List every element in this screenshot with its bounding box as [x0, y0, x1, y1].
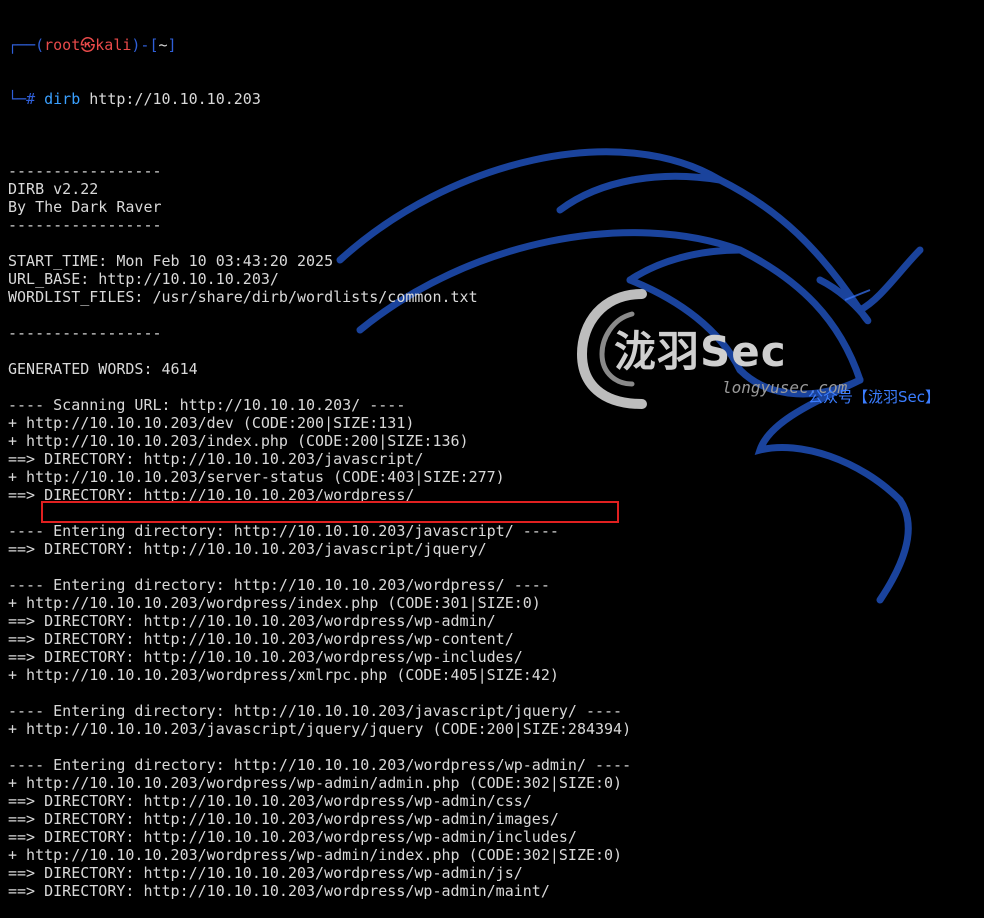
output-line: URL_BASE: http://10.10.10.203/ — [8, 270, 279, 288]
highlight-box-wp-admin — [41, 501, 619, 523]
output-line: ---- Entering directory: http://10.10.10… — [8, 702, 623, 720]
output-line: ----------------- — [8, 216, 162, 234]
output-line: + http://10.10.10.203/wordpress/index.ph… — [8, 594, 541, 612]
output-line: + http://10.10.10.203/wordpress/wp-admin… — [8, 846, 623, 864]
prompt-user: root — [44, 36, 81, 54]
output-line: DIRB v2.22 — [8, 180, 99, 198]
prompt-host: kali — [95, 36, 132, 54]
output-line: ==> DIRECTORY: http://10.10.10.203/wordp… — [8, 828, 577, 846]
output-line: ==> DIRECTORY: http://10.10.10.203/wordp… — [8, 648, 523, 666]
output-line: + http://10.10.10.203/wordpress/xmlrpc.p… — [8, 666, 559, 684]
output-line: WORDLIST_FILES: /usr/share/dirb/wordlist… — [8, 288, 478, 306]
output-line: ==> DIRECTORY: http://10.10.10.203/wordp… — [8, 612, 496, 630]
prompt-box-mid: )-[ — [131, 36, 159, 54]
command-argument: http://10.10.10.203 — [89, 90, 261, 108]
prompt-box-end: ] — [167, 36, 177, 54]
output-line: GENERATED WORDS: 4614 — [8, 360, 198, 378]
output-line: + http://10.10.10.203/index.php (CODE:20… — [8, 432, 469, 450]
output-line: ----------------- — [8, 324, 162, 342]
output-line: + http://10.10.10.203/dev (CODE:200|SIZE… — [8, 414, 415, 432]
output-line: ---- Scanning URL: http://10.10.10.203/ … — [8, 396, 406, 414]
prompt-hash: # — [26, 90, 45, 108]
output-line: ---- Entering directory: http://10.10.10… — [8, 756, 632, 774]
output-line: + http://10.10.10.203/javascript/jquery/… — [8, 720, 632, 738]
output-line: ==> DIRECTORY: http://10.10.10.203/wordp… — [8, 792, 532, 810]
output-line: ---- Entering directory: http://10.10.10… — [8, 576, 550, 594]
output-line: ==> DIRECTORY: http://10.10.10.203/wordp… — [8, 882, 550, 900]
output-line: ---- Entering directory: http://10.10.10… — [8, 522, 559, 540]
output-line: ==> DIRECTORY: http://10.10.10.203/wordp… — [8, 810, 559, 828]
output-line: By The Dark Raver — [8, 198, 162, 216]
output-line: + http://10.10.10.203/wordpress/wp-admin… — [8, 774, 623, 792]
prompt-box-bottom: └─ — [8, 90, 27, 108]
output-line: + http://10.10.10.203/server-status (COD… — [8, 468, 505, 486]
output-line: ==> DIRECTORY: http://10.10.10.203/javas… — [8, 450, 424, 468]
prompt-box-top: ┌──( — [8, 36, 45, 54]
terminal-output[interactable]: ┌──(root㉿kali)-[~] └─# dirb http://10.10… — [8, 0, 631, 918]
watermark-brand: 泷羽Sec — [614, 327, 787, 376]
prompt-at: ㉿ — [80, 36, 96, 54]
prompt-line-top: ┌──(root㉿kali)-[~] — [8, 36, 631, 54]
output-line: ==> DIRECTORY: http://10.10.10.203/javas… — [8, 540, 487, 558]
prompt-dir: ~ — [158, 36, 168, 54]
output-line: START_TIME: Mon Feb 10 03:43:20 2025 — [8, 252, 334, 270]
output-line: ==> DIRECTORY: http://10.10.10.203/wordp… — [8, 630, 514, 648]
watermark-wechat: 公众号【泷羽Sec】 — [808, 388, 940, 406]
command-name: dirb — [44, 90, 81, 108]
output-line: ==> DIRECTORY: http://10.10.10.203/wordp… — [8, 864, 523, 882]
prompt-line-command: └─# dirb http://10.10.10.203 — [8, 90, 631, 108]
output-line: ----------------- — [8, 162, 162, 180]
